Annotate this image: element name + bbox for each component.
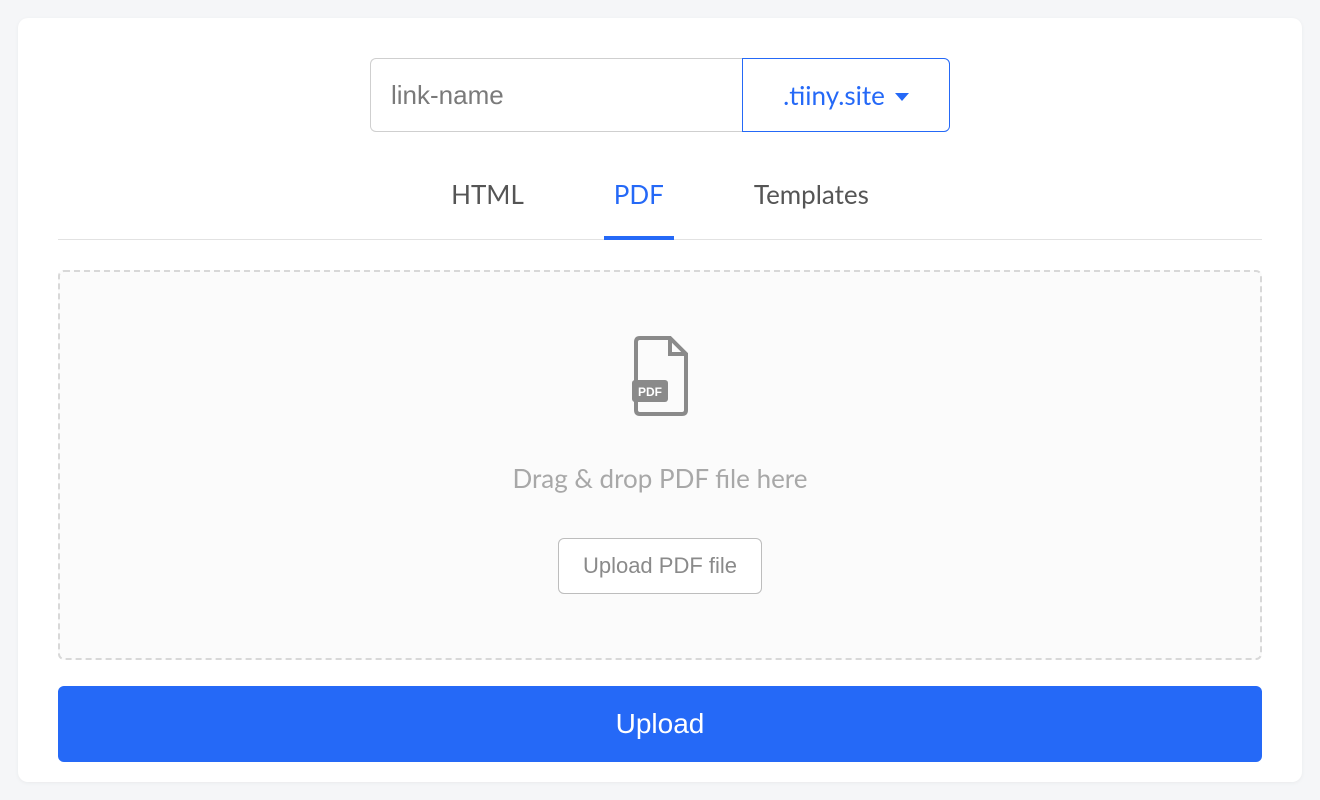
pdf-file-icon: PDF xyxy=(630,336,690,416)
drop-instruction-text: Drag & drop PDF file here xyxy=(513,462,808,494)
tab-pdf[interactable]: PDF xyxy=(604,170,674,240)
upload-file-button[interactable]: Upload PDF file xyxy=(558,538,762,594)
tab-templates[interactable]: Templates xyxy=(744,170,879,240)
url-row: .tiiny.site xyxy=(18,58,1302,132)
chevron-down-icon xyxy=(895,93,909,101)
upload-card: .tiiny.site HTML PDF Templates PDF Drag … xyxy=(18,18,1302,782)
domain-dropdown[interactable]: .tiiny.site xyxy=(742,58,950,132)
svg-text:PDF: PDF xyxy=(638,385,662,399)
link-name-input[interactable] xyxy=(370,58,742,132)
tabs: HTML PDF Templates xyxy=(58,170,1262,240)
tab-html[interactable]: HTML xyxy=(441,170,534,240)
file-dropzone[interactable]: PDF Drag & drop PDF file here Upload PDF… xyxy=(58,270,1262,660)
upload-button[interactable]: Upload xyxy=(58,686,1262,762)
domain-label: .tiiny.site xyxy=(783,79,885,111)
